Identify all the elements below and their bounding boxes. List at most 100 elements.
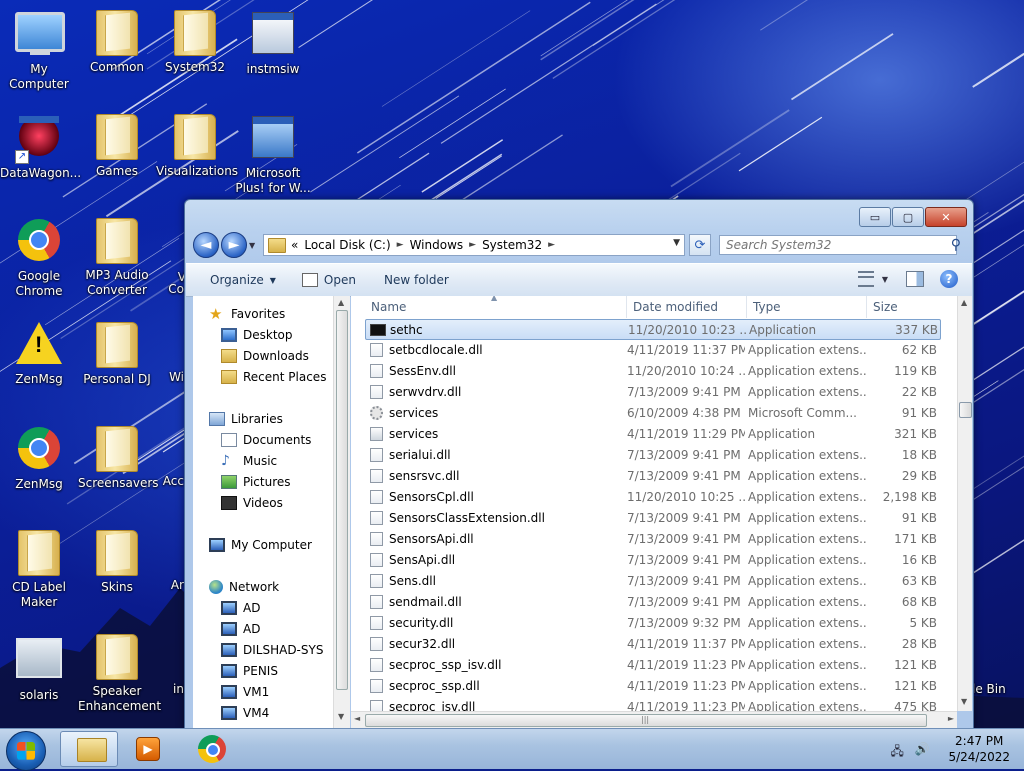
chevron-down-icon[interactable]: ▼ xyxy=(882,275,888,284)
taskbar-explorer-button[interactable] xyxy=(60,731,118,767)
file-list-scrollbar[interactable]: ▲ ▼ xyxy=(957,296,972,711)
breadcrumb-separator-icon[interactable]: ► xyxy=(469,240,476,250)
help-icon[interactable]: ? xyxy=(940,270,958,288)
breadcrumb-overflow[interactable]: « xyxy=(291,238,298,252)
scroll-down-icon[interactable]: ▼ xyxy=(961,697,967,706)
scroll-up-icon[interactable]: ▲ xyxy=(338,298,344,307)
nav-videos[interactable]: Videos xyxy=(221,493,283,513)
scrollbar-thumb[interactable] xyxy=(959,402,972,418)
recent-pages-dropdown[interactable]: ▼ xyxy=(249,241,259,250)
nav-documents[interactable]: Documents xyxy=(221,430,311,450)
file-row[interactable]: secproc_ssp_isv.dll 4/11/2019 11:23 PM App… xyxy=(365,655,941,676)
scroll-up-icon[interactable]: ▲ xyxy=(961,298,967,307)
desktop-icon-personal-dj[interactable]: Personal DJ xyxy=(78,320,156,387)
view-options-icon[interactable] xyxy=(857,271,874,287)
breadcrumb-separator-icon[interactable]: ► xyxy=(397,240,404,250)
nav-network-dilshad-sys[interactable]: DILSHAD-SYS xyxy=(221,640,323,660)
desktop-icon-my-computer[interactable]: My Computer xyxy=(0,8,78,92)
volume-icon[interactable]: 🔊 xyxy=(914,742,930,756)
nav-network-ad[interactable]: AD xyxy=(221,598,260,618)
nav-downloads[interactable]: Downloads xyxy=(221,346,309,366)
desktop-icon-instmsiw[interactable]: instmsiw xyxy=(234,8,312,77)
preview-pane-icon[interactable] xyxy=(906,271,924,287)
desktop-icon-visualizations[interactable]: Visualizations xyxy=(156,112,238,179)
open-button[interactable]: Open xyxy=(301,273,356,287)
file-row[interactable]: SensorsClassExtension.dll 7/13/2009 9:41 … xyxy=(365,508,941,529)
file-row[interactable]: SensApi.dll 7/13/2009 9:41 PM Application … xyxy=(365,550,941,571)
desktop-icon-microsoft-plus[interactable]: Microsoft Plus! for W... xyxy=(234,112,312,196)
desktop-icon-zenmsg-2[interactable]: ZenMsg xyxy=(0,424,78,492)
file-row[interactable]: sensrsvc.dll 7/13/2009 9:41 PM Application… xyxy=(365,466,941,487)
back-button[interactable]: ◄ xyxy=(193,232,219,258)
nav-desktop[interactable]: Desktop xyxy=(221,325,293,345)
network-status-icon[interactable]: 🖧 xyxy=(890,742,906,758)
file-row[interactable]: sendmail.dll 7/13/2009 9:41 PM Application… xyxy=(365,592,941,613)
desktop-icon-solaris[interactable]: solaris xyxy=(0,632,78,703)
file-row[interactable]: secproc_ssp.dll 4/11/2019 11:23 PM Applica… xyxy=(365,676,941,697)
clock[interactable]: 2:47 PM 5/24/2022 xyxy=(948,733,1010,765)
desktop-icon-google-chrome[interactable]: Google Chrome xyxy=(0,216,78,299)
nav-network-vm1[interactable]: VM1 xyxy=(221,682,269,702)
desktop-icon-mp3-audio-converter[interactable]: MP3 Audio Converter xyxy=(78,216,156,298)
file-row[interactable]: serwvdrv.dll 7/13/2009 9:41 PM Application… xyxy=(365,382,941,403)
file-row[interactable]: Sens.dll 7/13/2009 9:41 PM Application ext… xyxy=(365,571,941,592)
minimize-button[interactable]: ▭ xyxy=(859,207,891,227)
horizontal-scrollbar[interactable]: ◄ ||| ► xyxy=(351,711,957,729)
breadcrumb-local-disk[interactable]: Local Disk (C:) xyxy=(304,238,390,252)
navigation-pane-scrollbar[interactable]: ▲ ▼ xyxy=(333,296,350,728)
breadcrumb-windows[interactable]: Windows xyxy=(410,238,464,252)
column-header-date-modified[interactable]: Date modified xyxy=(627,296,747,318)
column-header-type[interactable]: Type xyxy=(747,296,867,318)
file-row[interactable]: SensorsApi.dll 7/13/2009 9:41 PM Applicati… xyxy=(365,529,941,550)
file-row[interactable]: SensorsCpl.dll 11/20/2010 10:25 ... Applic… xyxy=(365,487,941,508)
file-row[interactable]: security.dll 7/13/2009 9:32 PM Application… xyxy=(365,613,941,634)
file-row[interactable]: services 4/11/2019 11:29 PM Application 321… xyxy=(365,424,941,445)
scroll-right-icon[interactable]: ► xyxy=(948,714,954,723)
scroll-left-icon[interactable]: ◄ xyxy=(354,714,360,723)
nav-network-vm4[interactable]: VM4 xyxy=(221,703,269,723)
close-button[interactable]: ✕ xyxy=(925,207,967,227)
desktop-icon-datawagon[interactable]: ↗ DataWagon... xyxy=(0,112,81,181)
file-row[interactable]: sethc 11/20/2010 10:23 ... Application 337 … xyxy=(365,319,941,340)
file-row[interactable]: secur32.dll 4/11/2019 11:37 PM Application… xyxy=(365,634,941,655)
address-dropdown-icon[interactable]: ▼ xyxy=(673,238,680,248)
scrollbar-thumb[interactable] xyxy=(336,310,348,690)
desktop-icon-system32[interactable]: System32 xyxy=(156,8,234,75)
new-folder-button[interactable]: New folder xyxy=(384,273,449,287)
refresh-button[interactable]: ⟳ xyxy=(689,234,711,256)
nav-my-computer[interactable]: My Computer xyxy=(209,535,312,555)
nav-network-ad-2[interactable]: AD xyxy=(221,619,260,639)
start-button[interactable] xyxy=(6,731,46,771)
maximize-button[interactable]: ▢ xyxy=(892,207,924,227)
desktop-icon-skins[interactable]: Skins xyxy=(78,528,156,595)
file-row[interactable]: services 6/10/2009 4:38 PM Microsoft Comm.… xyxy=(365,403,941,424)
nav-libraries[interactable]: Libraries xyxy=(209,409,283,429)
desktop-icon-common[interactable]: Common xyxy=(78,8,156,75)
scroll-down-icon[interactable]: ▼ xyxy=(338,712,344,721)
file-row[interactable]: serialui.dll 7/13/2009 9:41 PM Application… xyxy=(365,445,941,466)
desktop-icon-screensavers[interactable]: Screensavers xyxy=(78,424,159,491)
desktop-icon-speaker-enhancement[interactable]: Speaker Enhancement xyxy=(78,632,161,714)
file-row[interactable]: setbcdlocale.dll 4/11/2019 11:37 PM Applic… xyxy=(365,340,941,361)
column-header-size[interactable]: Size xyxy=(867,296,941,318)
breadcrumb-system32[interactable]: System32 xyxy=(482,238,542,252)
breadcrumb-separator-icon[interactable]: ► xyxy=(548,240,555,250)
search-input[interactable] xyxy=(719,235,957,255)
nav-network[interactable]: Network xyxy=(209,577,279,597)
address-bar[interactable]: « Local Disk (C:) ► Windows ► System32 ►… xyxy=(263,234,685,256)
forward-button[interactable]: ► xyxy=(221,232,247,258)
nav-music[interactable]: ♪ Music xyxy=(221,451,277,471)
search-icon[interactable]: ⚲ xyxy=(951,237,961,253)
nav-network-penis[interactable]: PENIS xyxy=(221,661,278,681)
nav-recent-places[interactable]: Recent Places xyxy=(221,367,326,387)
taskbar-chrome-button[interactable] xyxy=(182,731,240,767)
file-row[interactable]: SessEnv.dll 11/20/2010 10:24 ... Applicati… xyxy=(365,361,941,382)
desktop-icon-zenmsg[interactable]: ! ZenMsg xyxy=(0,320,78,387)
desktop-icon-games[interactable]: Games xyxy=(78,112,156,179)
nav-favorites[interactable]: ★ Favorites xyxy=(209,304,285,324)
desktop-icon-cd-label-maker[interactable]: CD Label Maker xyxy=(0,528,78,610)
organize-button[interactable]: Organize ▼ xyxy=(210,273,276,287)
taskbar-media-player-button[interactable]: ▶ xyxy=(120,731,178,767)
nav-pictures[interactable]: Pictures xyxy=(221,472,291,492)
downloads-folder-icon xyxy=(221,349,237,363)
